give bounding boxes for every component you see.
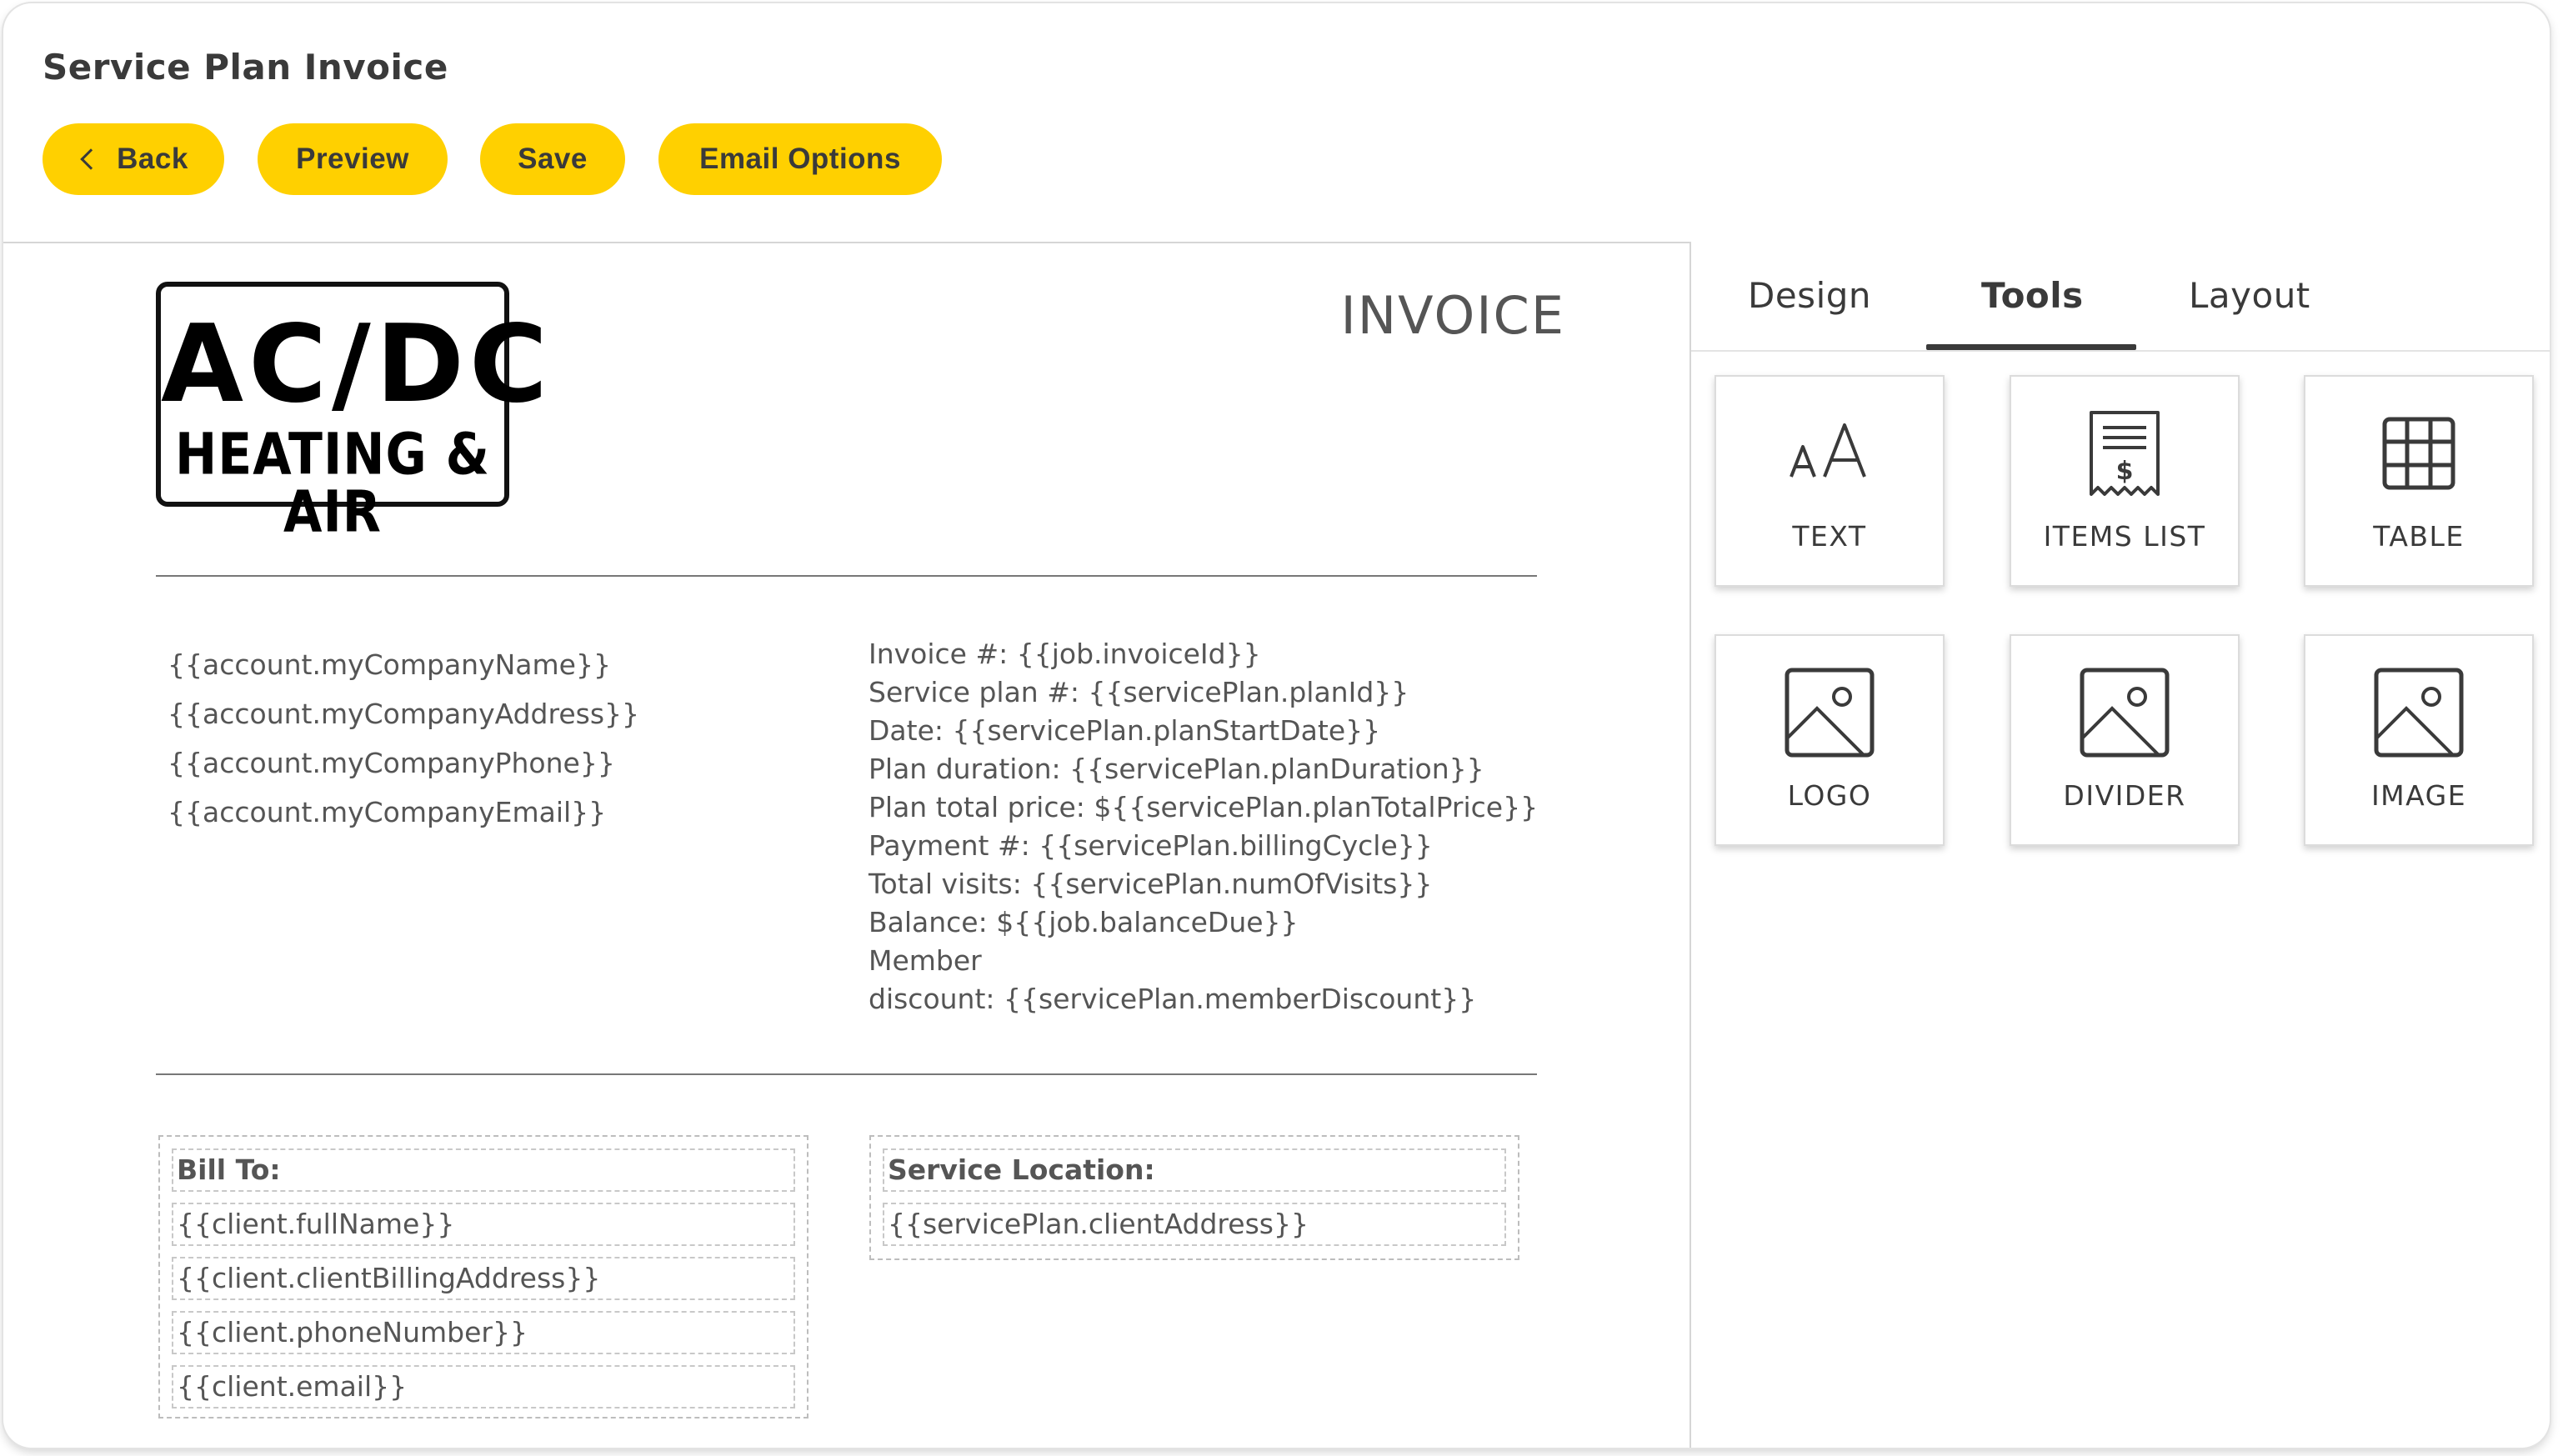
service-location-label[interactable]: Service Location: xyxy=(883,1148,1506,1192)
service-location-block[interactable]: Service Location: {{servicePlan.clientAd… xyxy=(869,1135,1519,1260)
tool-divider-label: DIVIDER xyxy=(2063,779,2186,812)
bill-to-block[interactable]: Bill To: {{client.fullName}} {{client.cl… xyxy=(158,1135,808,1418)
client-phone-field[interactable]: {{client.phoneNumber}} xyxy=(172,1311,795,1354)
image-icon xyxy=(2305,668,2532,758)
bill-to-label[interactable]: Bill To: xyxy=(172,1148,795,1192)
total-visits-field: Total visits: {{servicePlan.numOfVisits}… xyxy=(869,868,1433,900)
company-phone-field: {{account.myCompanyPhone}} xyxy=(168,747,615,779)
tool-divider[interactable]: DIVIDER xyxy=(2010,634,2240,846)
plan-duration-field: Plan duration: {{servicePlan.planDuratio… xyxy=(869,753,1484,785)
tool-logo-label: LOGO xyxy=(1787,779,1872,812)
client-fullname-field[interactable]: {{client.fullName}} xyxy=(172,1203,795,1246)
company-email-field: {{account.myCompanyEmail}} xyxy=(168,796,607,828)
client-email-field[interactable]: {{client.email}} xyxy=(172,1365,795,1408)
logo-text-primary: AC/DC xyxy=(161,303,553,427)
company-name-field: {{account.myCompanyName}} xyxy=(168,648,611,681)
tool-table[interactable]: TABLE xyxy=(2304,375,2534,587)
tool-image[interactable]: IMAGE xyxy=(2304,634,2534,846)
invoice-divider[interactable] xyxy=(156,575,1537,577)
email-options-button[interactable]: Email Options xyxy=(658,123,942,195)
payment-number-field: Payment #: {{servicePlan.billingCycle}} xyxy=(869,829,1433,862)
header-divider xyxy=(3,242,1689,243)
save-button[interactable]: Save xyxy=(480,123,625,195)
client-billing-address-field[interactable]: {{client.clientBillingAddress}} xyxy=(172,1257,795,1300)
plan-total-price-field: Plan total price: ${{servicePlan.planTot… xyxy=(869,791,1539,823)
member-discount-field: discount: {{servicePlan.memberDiscount}} xyxy=(869,983,1477,1015)
back-button[interactable]: Back xyxy=(43,123,224,195)
tool-table-label: TABLE xyxy=(2373,520,2465,553)
svg-text:$: $ xyxy=(2116,457,2134,486)
company-address-field: {{account.myCompanyAddress}} xyxy=(168,698,640,730)
app-window: Service Plan Invoice Back Preview Save E… xyxy=(3,3,2550,1448)
tab-layout[interactable]: Layout xyxy=(2189,275,2310,316)
invoice-divider[interactable] xyxy=(156,1073,1537,1075)
panel-divider xyxy=(1689,242,1691,1448)
invoice-heading[interactable]: INVOICE xyxy=(1340,285,1565,346)
tool-text[interactable]: TEXT xyxy=(1715,375,1945,587)
tab-tools[interactable]: Tools xyxy=(1981,275,2084,316)
chevron-left-icon xyxy=(80,148,102,170)
receipt-icon: $ xyxy=(2011,411,2238,496)
tool-logo[interactable]: LOGO xyxy=(1715,634,1945,846)
tab-design[interactable]: Design xyxy=(1748,275,1871,316)
tool-image-label: IMAGE xyxy=(2370,779,2467,812)
service-plan-number-field: Service plan #: {{servicePlan.planId}} xyxy=(869,676,1409,708)
balance-field: Balance: ${{job.balanceDue}} xyxy=(869,906,1299,938)
invoice-details-block[interactable]: Invoice #: {{job.invoiceId}} Service pla… xyxy=(869,635,1538,1018)
tool-text-label: TEXT xyxy=(1792,520,1867,553)
tabs-divider xyxy=(1691,350,2550,352)
text-size-icon xyxy=(1716,413,1943,493)
company-logo[interactable]: AC/DC HEATING & AIR xyxy=(156,282,553,541)
back-button-label: Back xyxy=(117,143,188,175)
date-field: Date: {{servicePlan.planStartDate}} xyxy=(869,714,1381,747)
image-icon xyxy=(1716,668,1943,758)
invoice-number-field: Invoice #: {{job.invoiceId}} xyxy=(869,638,1261,670)
table-grid-icon xyxy=(2305,413,2532,493)
logo-text-secondary: HEATING & AIR xyxy=(175,421,490,546)
member-label: Member xyxy=(869,944,982,977)
page-title: Service Plan Invoice xyxy=(43,47,448,88)
active-tab-indicator xyxy=(1926,344,2136,350)
preview-button[interactable]: Preview xyxy=(258,123,448,195)
company-info-block[interactable]: {{account.myCompanyName}} {{account.myCo… xyxy=(168,647,639,843)
image-icon xyxy=(2011,668,2238,758)
tool-items-list[interactable]: $ ITEMS LIST xyxy=(2010,375,2240,587)
tool-items-list-label: ITEMS LIST xyxy=(2043,520,2206,553)
client-address-field[interactable]: {{servicePlan.clientAddress}} xyxy=(883,1203,1506,1246)
